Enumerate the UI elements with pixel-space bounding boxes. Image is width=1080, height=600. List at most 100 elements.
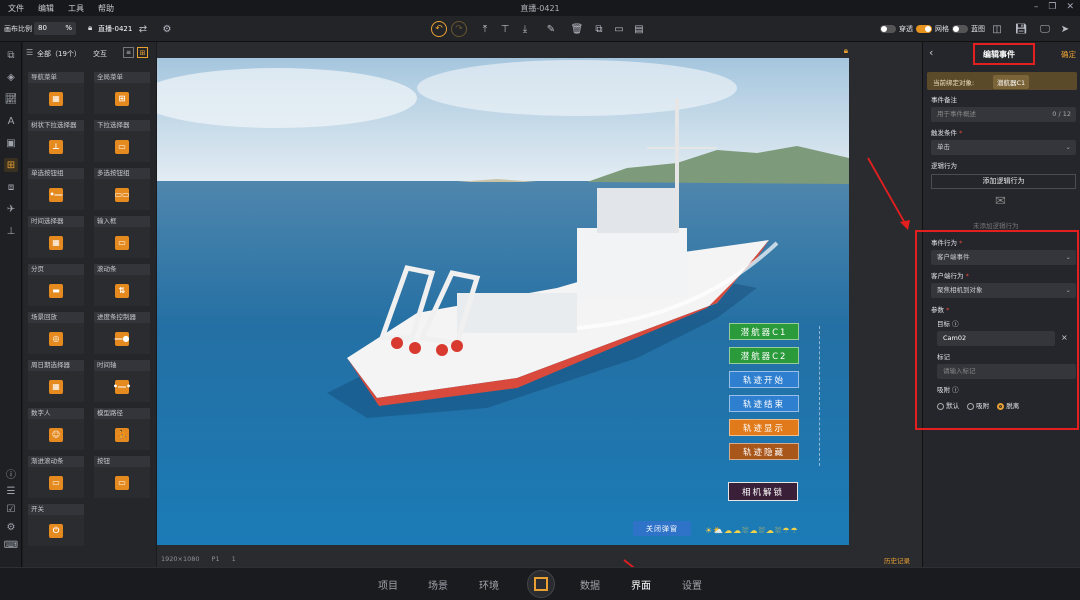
back-button[interactable]: ‹ bbox=[929, 46, 933, 59]
menu-tools[interactable]: 工具 bbox=[68, 3, 84, 14]
close-popup-button[interactable]: 关闭弹窗 bbox=[633, 521, 691, 536]
pages-icon[interactable]: ⧉ bbox=[4, 48, 18, 62]
upload-icon[interactable]: ⤒ bbox=[478, 22, 492, 36]
list-view-icon[interactable]: ≡ bbox=[123, 47, 134, 58]
weather-icon-row[interactable]: ☀⛅☁☁⛆☁⛆☁⛆☂☂ bbox=[705, 526, 799, 536]
nav-project[interactable]: 项目 bbox=[378, 577, 398, 592]
download-icon[interactable]: ⤓ bbox=[518, 22, 532, 36]
component-icon[interactable]: ⧈ bbox=[4, 180, 18, 194]
chart-icon[interactable]: 📈︎ bbox=[4, 92, 18, 106]
menu-help[interactable]: 帮助 bbox=[98, 3, 114, 14]
brush-icon[interactable]: ✎ bbox=[544, 22, 558, 36]
grid-view-icon[interactable]: ⊞ bbox=[137, 47, 148, 58]
toggle-grid[interactable]: 网格 bbox=[916, 24, 949, 34]
info-icon[interactable]: ⓘ bbox=[4, 466, 18, 481]
component-item[interactable]: 场景回放 ◎ bbox=[28, 312, 84, 354]
menu-file[interactable]: 文件 bbox=[8, 3, 24, 14]
scene-button[interactable]: 轨迹隐藏 bbox=[729, 443, 799, 460]
layers-icon[interactable]: ▤ bbox=[632, 22, 646, 36]
swap-icon[interactable]: ⇄ bbox=[136, 22, 150, 36]
component-item[interactable]: 树状下拉选择器 ⊥ bbox=[28, 120, 84, 162]
component-item[interactable]: 数字人 ☺ bbox=[28, 408, 84, 450]
target-input[interactable]: Cam02 bbox=[937, 331, 1055, 346]
filter-label[interactable]: 全部（19个） bbox=[37, 49, 81, 59]
add-logic-button[interactable]: 添加逻辑行为 bbox=[931, 174, 1076, 189]
align-top-icon[interactable]: ⊤ bbox=[498, 22, 512, 36]
radio-attach[interactable]: 吸附 bbox=[967, 400, 989, 410]
monitor-icon[interactable]: 🖵 bbox=[1038, 22, 1052, 36]
component-item[interactable]: 开关 ⏻ bbox=[28, 504, 84, 546]
trigger-select[interactable]: 单击 ⌄ bbox=[931, 140, 1076, 155]
client-action-select[interactable]: 聚焦相机到对象 ⌄ bbox=[931, 283, 1076, 298]
toggle-switch[interactable] bbox=[916, 25, 932, 33]
stamp-icon[interactable]: ⊥ bbox=[4, 224, 18, 238]
toggle-blueprint[interactable]: 蓝图 bbox=[952, 24, 985, 34]
interaction-icon[interactable]: ⊞ bbox=[4, 158, 18, 172]
toggle-penetrate[interactable]: 穿透 bbox=[880, 24, 913, 34]
component-item[interactable]: 时间选择器 ▦ bbox=[28, 216, 84, 258]
comment-icon[interactable]: ◫ bbox=[990, 22, 1004, 36]
toggle-switch[interactable] bbox=[952, 25, 968, 33]
home-logo-icon[interactable] bbox=[527, 570, 555, 598]
redo-icon[interactable]: ↷ bbox=[451, 21, 467, 37]
gear-icon[interactable]: ⚙ bbox=[4, 520, 18, 534]
clear-icon[interactable]: × bbox=[1061, 333, 1068, 342]
nav-scene[interactable]: 场景 bbox=[428, 577, 448, 592]
component-item[interactable]: 滚动条 ⇅ bbox=[94, 264, 150, 306]
scene-button[interactable]: 轨迹结束 bbox=[729, 395, 799, 412]
media-icon[interactable]: ▣ bbox=[4, 136, 18, 150]
nav-data[interactable]: 数据 bbox=[580, 577, 600, 592]
component-item[interactable]: 模型路径 ⛹ bbox=[94, 408, 150, 450]
component-item[interactable]: 渐进滚动条 ▭ bbox=[28, 456, 84, 498]
radio-default[interactable]: 默认 bbox=[937, 400, 959, 410]
history-link[interactable]: 历史记录 bbox=[884, 555, 910, 565]
layers-icon[interactable]: ◈ bbox=[4, 70, 18, 84]
component-item[interactable]: 下拉选择器 ▭ bbox=[94, 120, 150, 162]
scene-button[interactable]: 潜航器C1 bbox=[729, 323, 799, 340]
list-icon[interactable]: ☰ bbox=[4, 484, 18, 498]
scene-button[interactable]: 轨迹开始 bbox=[729, 371, 799, 388]
camera-unlock-button[interactable]: 相机解锁 bbox=[728, 482, 798, 501]
component-item[interactable]: 进度条控制器 ―● bbox=[94, 312, 150, 354]
scene-viewport[interactable]: 潜航器C1 潜航器C2 轨迹开始轨迹结束轨迹显示轨迹隐藏 相机解锁 关闭弹窗 ☀⛅☁… bbox=[157, 58, 849, 545]
toggle-switch[interactable] bbox=[880, 25, 896, 33]
confirm-button[interactable]: 确定 bbox=[1061, 49, 1076, 60]
component-item[interactable]: 单选按钮组 •― bbox=[28, 168, 84, 210]
keyboard-icon[interactable]: ⌨ bbox=[4, 538, 18, 552]
canvas-lock-icon[interactable]: 🔒︎ bbox=[844, 46, 848, 56]
minimize-icon[interactable]: – bbox=[1034, 2, 1039, 12]
save-icon[interactable]: 💾︎ bbox=[1014, 22, 1028, 36]
component-item[interactable]: 多选按钮组 ▭▭ bbox=[94, 168, 150, 210]
event-action-select[interactable]: 客户端事件 ⌄ bbox=[931, 250, 1076, 265]
component-item[interactable]: 分页 ▬ bbox=[28, 264, 84, 306]
filter-icon[interactable]: ☰ bbox=[26, 48, 33, 57]
lock-icon[interactable]: 🔒︎ bbox=[88, 23, 92, 33]
delete-icon[interactable]: 🗑︎ bbox=[570, 22, 584, 36]
component-item[interactable]: 输入框 ▭ bbox=[94, 216, 150, 258]
text-icon[interactable]: A bbox=[4, 114, 18, 128]
component-item[interactable]: 时间轴 •―• bbox=[94, 360, 150, 402]
scene-button[interactable]: 潜航器C2 bbox=[729, 347, 799, 364]
close-icon[interactable]: ✕ bbox=[1066, 2, 1074, 12]
restore-icon[interactable]: ❐ bbox=[1048, 2, 1056, 12]
component-item[interactable]: 周日期选择器 ▦ bbox=[28, 360, 84, 402]
undo-icon[interactable]: ↶ bbox=[431, 21, 447, 37]
component-item[interactable]: 全局菜单 ⊞ bbox=[94, 72, 150, 114]
mark-input[interactable]: 请输入标记 bbox=[937, 364, 1076, 379]
check-icon[interactable]: ☑ bbox=[4, 502, 18, 516]
menu-edit[interactable]: 编辑 bbox=[38, 3, 54, 14]
scale-input[interactable]: 80 % bbox=[34, 22, 76, 35]
copy-icon[interactable]: ⧉ bbox=[592, 22, 606, 36]
component-item[interactable]: 按钮 ▭ bbox=[94, 456, 150, 498]
note-input[interactable]: 用于事件概述 0 / 12 bbox=[931, 107, 1076, 122]
publish-icon[interactable]: ➤ bbox=[1058, 22, 1072, 36]
settings-icon[interactable]: ⚙ bbox=[160, 22, 174, 36]
radio-detach[interactable]: 脱离 bbox=[997, 400, 1019, 410]
nav-interface[interactable]: 界面 bbox=[631, 577, 651, 592]
nav-settings[interactable]: 设置 bbox=[682, 577, 702, 592]
scene-button[interactable]: 轨迹显示 bbox=[729, 419, 799, 436]
nav-environment[interactable]: 环境 bbox=[479, 577, 499, 592]
plane-icon[interactable]: ✈ bbox=[4, 202, 18, 216]
paste-icon[interactable]: ▭ bbox=[612, 22, 626, 36]
tab-interaction[interactable]: 交互 bbox=[93, 49, 107, 59]
